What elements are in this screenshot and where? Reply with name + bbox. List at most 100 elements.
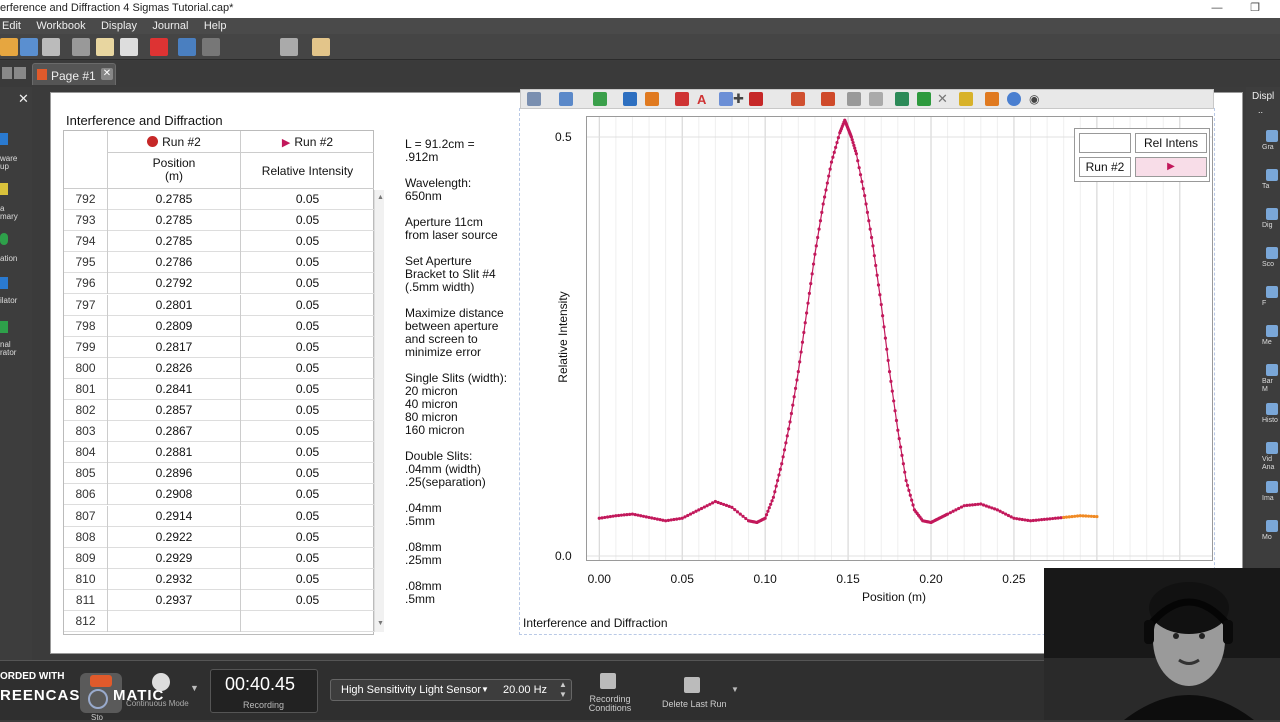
calibration-icon[interactable]: [0, 233, 8, 245]
display-tool-icon[interactable]: [1266, 403, 1278, 415]
position-cell[interactable]: 0.2867: [108, 421, 241, 443]
display-tool-icon[interactable]: [1266, 286, 1278, 298]
recording-conditions-icon[interactable]: [600, 673, 616, 689]
position-cell[interactable]: 0.2914: [108, 505, 241, 527]
position-cell[interactable]: 0.2922: [108, 526, 241, 548]
column-header-intensity[interactable]: Relative Intensity: [241, 153, 374, 189]
sidebar-item-calculator[interactable]: ilator: [0, 297, 30, 305]
paste-icon[interactable]: [120, 38, 138, 56]
row-number-cell[interactable]: 797: [64, 294, 108, 316]
row-number-cell[interactable]: 792: [64, 189, 108, 210]
data-summary-icon[interactable]: [0, 183, 8, 195]
cut-icon[interactable]: [72, 38, 90, 56]
intensity-cell[interactable]: 0.05: [241, 358, 374, 379]
more-icon[interactable]: ..: [1258, 105, 1263, 115]
minimize-icon[interactable]: —: [1206, 1, 1228, 17]
rate-stepper-icon[interactable]: ▲ ▼: [559, 680, 567, 700]
select-range-icon[interactable]: [559, 92, 573, 106]
journal-icon[interactable]: [312, 38, 330, 56]
coordinate-tool-icon[interactable]: [719, 92, 733, 106]
connect-points-icon[interactable]: [791, 92, 805, 106]
add-plot-area-icon[interactable]: [917, 92, 931, 106]
position-cell[interactable]: 0.2785: [108, 189, 241, 210]
table-row[interactable]: 796 0.2792 0.05: [64, 273, 374, 295]
menu-edit[interactable]: Edit: [0, 18, 27, 34]
table-row[interactable]: 806 0.2908 0.05: [64, 484, 374, 506]
intensity-cell[interactable]: 0.05: [241, 527, 374, 548]
slope-tool-icon[interactable]: [749, 92, 763, 106]
intensity-cell[interactable]: 0.05: [241, 463, 374, 484]
scroll-down-icon[interactable]: ▼: [377, 620, 384, 627]
add-y-axis-icon[interactable]: [895, 92, 909, 106]
row-number-cell[interactable]: 804: [64, 442, 108, 464]
row-number-cell[interactable]: 803: [64, 421, 108, 443]
page-list-icon[interactable]: [14, 67, 26, 79]
intensity-cell[interactable]: 0.05: [241, 295, 374, 316]
close-icon[interactable]: ✕: [18, 91, 29, 107]
intensity-cell[interactable]: 0.05: [241, 252, 374, 273]
position-cell[interactable]: [108, 611, 241, 632]
close-icon[interactable]: ✕: [101, 68, 113, 80]
run-header-position[interactable]: Run #2: [108, 131, 241, 153]
row-number-cell[interactable]: 800: [64, 357, 108, 379]
restore-icon[interactable]: ❐: [1244, 1, 1266, 17]
table-row[interactable]: 795 0.2786 0.05: [64, 252, 374, 274]
display-tool-icon[interactable]: [1266, 364, 1278, 376]
display-tool-icon[interactable]: [1266, 442, 1278, 454]
table-scrollbar[interactable]: ▲ ▼: [374, 190, 384, 632]
row-number-cell[interactable]: 796: [64, 273, 108, 295]
display-tool-label[interactable]: Bar M: [1262, 378, 1280, 394]
zoom-out-icon[interactable]: [869, 92, 883, 106]
column-header-position[interactable]: Position (m): [108, 153, 241, 189]
highlight-icon[interactable]: [593, 92, 607, 106]
run-header-intensity[interactable]: ▶ Run #2: [241, 131, 374, 153]
row-number-cell[interactable]: 805: [64, 463, 108, 485]
table-row[interactable]: 807 0.2914 0.05: [64, 505, 374, 527]
intensity-cell[interactable]: 0.05: [241, 210, 374, 231]
table-row[interactable]: 810 0.2932 0.05: [64, 568, 374, 590]
row-number-cell[interactable]: 809: [64, 547, 108, 569]
hardware-setup-icon[interactable]: [0, 133, 8, 145]
table-row[interactable]: 793 0.2785 0.05: [64, 210, 374, 232]
row-number-cell[interactable]: 802: [64, 400, 108, 421]
position-cell[interactable]: 0.2785: [108, 231, 241, 253]
sidebar-item-signal-generator[interactable]: nal rator: [0, 341, 30, 357]
delete-icon[interactable]: [150, 38, 168, 56]
open-folder-icon[interactable]: [0, 38, 18, 56]
scale-to-fit-icon[interactable]: [527, 92, 541, 106]
row-number-cell[interactable]: 806: [64, 484, 108, 506]
table-row[interactable]: 804 0.2881 0.05: [64, 442, 374, 464]
row-number-cell[interactable]: 794: [64, 231, 108, 253]
display-tool-label[interactable]: Gra: [1262, 144, 1274, 152]
area-icon[interactable]: [675, 92, 689, 106]
gear-icon[interactable]: [1007, 92, 1021, 106]
properties-icon[interactable]: [985, 92, 999, 106]
table-row[interactable]: 809 0.2929 0.05: [64, 547, 374, 569]
display-tool-label[interactable]: Vid Ana: [1262, 456, 1274, 472]
display-tool-label[interactable]: Me: [1262, 339, 1272, 347]
eye-icon[interactable]: ◉: [1029, 92, 1043, 106]
table-row[interactable]: 792 0.2785 0.05: [64, 189, 374, 210]
intensity-cell[interactable]: 0.05: [241, 379, 374, 400]
copy-icon[interactable]: [96, 38, 114, 56]
remove-icon[interactable]: ✕: [937, 92, 951, 106]
intensity-cell[interactable]: 0.05: [241, 590, 374, 611]
print-icon[interactable]: [42, 38, 60, 56]
delete-last-run-button[interactable]: Delete Last Run: [662, 699, 727, 709]
sidebar-item-calibration[interactable]: ation: [0, 255, 30, 263]
row-number-cell[interactable]: 810: [64, 568, 108, 590]
recording-conditions-button[interactable]: Recording Conditions: [588, 695, 632, 713]
row-number-cell[interactable]: 808: [64, 526, 108, 548]
redo-icon[interactable]: [202, 38, 220, 56]
display-tool-label[interactable]: Dig: [1262, 222, 1273, 230]
display-tool-label[interactable]: Sco: [1262, 261, 1274, 269]
position-cell[interactable]: 0.2785: [108, 210, 241, 232]
intensity-cell[interactable]: 0.05: [241, 273, 374, 294]
chevron-down-icon[interactable]: ▼: [731, 685, 739, 694]
display-tool-label[interactable]: Ta: [1262, 183, 1269, 191]
display-tool-icon[interactable]: [1266, 208, 1278, 220]
position-cell[interactable]: 0.2881: [108, 442, 241, 464]
position-cell[interactable]: 0.2809: [108, 315, 241, 337]
sensor-select[interactable]: High Sensitivity Light Sensor: [341, 684, 481, 696]
position-cell[interactable]: 0.2792: [108, 273, 241, 295]
